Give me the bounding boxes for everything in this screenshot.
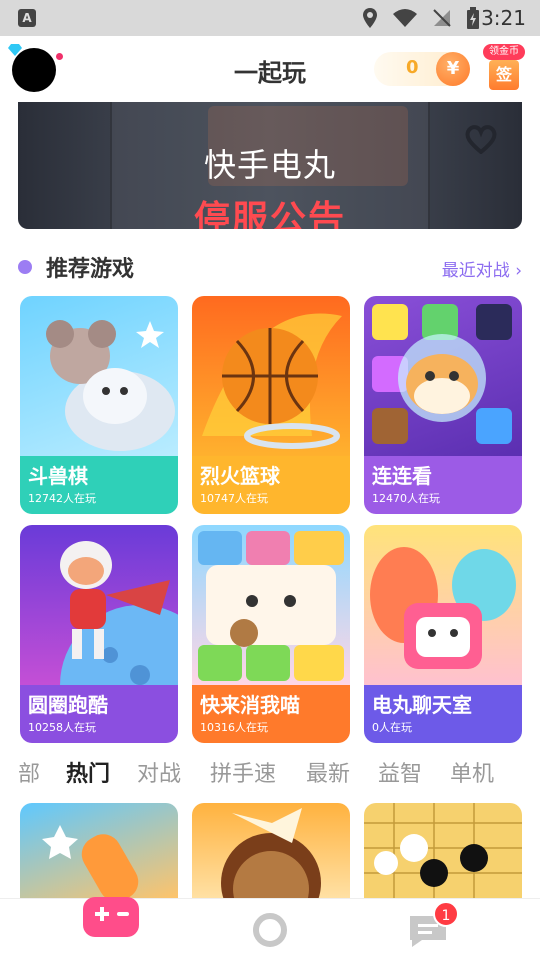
game-name: 电丸聊天室 bbox=[372, 693, 472, 717]
player-count: 12742人在玩 bbox=[28, 492, 96, 505]
bottom-navigation bbox=[0, 897, 540, 960]
nav-discover[interactable] bbox=[210, 899, 330, 960]
game-name: 连连看 bbox=[372, 464, 432, 488]
tab-all[interactable]: 部 bbox=[18, 756, 40, 788]
player-count: 12470人在玩 bbox=[372, 492, 440, 505]
game-card[interactable]: 圆圈跑酷 10258人在玩 bbox=[20, 525, 178, 743]
status-icons bbox=[362, 7, 480, 29]
game-name: 斗兽棋 bbox=[28, 464, 88, 488]
message-badge: 1 bbox=[433, 901, 459, 927]
player-count: 10747人在玩 bbox=[200, 492, 268, 505]
game-info: 电丸聊天室 0人在玩 bbox=[364, 685, 522, 743]
coin-count: 0 bbox=[406, 57, 419, 78]
game-card[interactable]: 连连看 12470人在玩 bbox=[364, 296, 522, 514]
game-card[interactable] bbox=[192, 803, 350, 899]
announcement-banner[interactable]: 快手电丸 停服公告 bbox=[18, 102, 522, 229]
game-card[interactable]: 斗兽棋 12742人在玩 bbox=[20, 296, 178, 514]
basketball-art bbox=[202, 313, 342, 449]
status-bar: A 3:21 bbox=[0, 0, 540, 36]
coin-icon: ¥ bbox=[436, 52, 470, 86]
recommended-section-header: 推荐游戏 最近对战 › bbox=[0, 246, 540, 288]
app-notification-icon: A bbox=[18, 9, 36, 27]
battery-icon bbox=[467, 7, 479, 29]
game-card[interactable] bbox=[20, 803, 178, 899]
signal-off-icon bbox=[433, 9, 451, 27]
category-tabs: 部 热门 对战 拼手速 最新 益智 单机 bbox=[0, 756, 540, 792]
tab-puzzle[interactable]: 益智 bbox=[378, 756, 422, 788]
game-art bbox=[221, 808, 321, 899]
game-art bbox=[192, 296, 350, 456]
banner-brand: 快手电丸 bbox=[203, 146, 336, 184]
player-count: 10258人在玩 bbox=[28, 721, 96, 734]
tab-newest[interactable]: 最新 bbox=[306, 756, 350, 788]
sign-icon: 签 bbox=[489, 60, 519, 90]
tab-battle[interactable]: 对战 bbox=[137, 756, 181, 788]
cat-match-art bbox=[198, 531, 344, 681]
game-art bbox=[364, 296, 522, 456]
section-dot bbox=[18, 260, 32, 274]
game-art bbox=[364, 525, 522, 685]
tab-hot[interactable]: 热门 bbox=[66, 756, 110, 788]
circle-icon bbox=[253, 913, 287, 947]
banner-notice: 停服公告 bbox=[193, 199, 346, 229]
wifi-icon bbox=[393, 9, 417, 27]
player-count: 0人在玩 bbox=[372, 721, 412, 734]
game-name: 圆圈跑酷 bbox=[28, 693, 108, 717]
game-art bbox=[192, 525, 350, 685]
coin-balance[interactable]: 0 ¥ bbox=[374, 52, 470, 86]
circle-run-art bbox=[60, 541, 178, 743]
section-title: 推荐游戏 bbox=[46, 257, 135, 282]
game-card[interactable]: 快来消我喵 10316人在玩 bbox=[192, 525, 350, 743]
game-art bbox=[20, 296, 178, 456]
daily-sign-button[interactable]: 领金币 签 bbox=[483, 44, 525, 94]
game-art bbox=[42, 825, 139, 899]
go-board-art bbox=[364, 803, 522, 899]
game-info: 烈火篮球 10747人在玩 bbox=[192, 456, 350, 514]
game-card[interactable]: 烈火篮球 10747人在玩 bbox=[192, 296, 350, 514]
game-name: 烈火篮球 bbox=[200, 464, 280, 488]
game-name: 快来消我喵 bbox=[200, 693, 300, 717]
game-info: 连连看 12470人在玩 bbox=[364, 456, 522, 514]
game-info: 圆圈跑酷 10258人在玩 bbox=[20, 685, 178, 743]
chat-room-art bbox=[370, 547, 516, 669]
player-count: 10316人在玩 bbox=[200, 721, 268, 734]
nav-messages[interactable] bbox=[368, 899, 488, 960]
link-match-art bbox=[372, 304, 512, 444]
game-card[interactable] bbox=[364, 803, 522, 899]
recent-battles-link[interactable]: 最近对战 › bbox=[442, 256, 522, 281]
location-icon bbox=[363, 8, 377, 28]
game-info: 斗兽棋 12742人在玩 bbox=[20, 456, 178, 514]
animal-chess-art bbox=[46, 320, 175, 451]
gamepad-icon bbox=[83, 897, 139, 937]
app-header: 一起玩 0 ¥ 领金币 签 bbox=[0, 36, 540, 102]
sign-tag: 领金币 bbox=[483, 44, 525, 60]
game-info: 快来消我喵 10316人在玩 bbox=[192, 685, 350, 743]
game-art bbox=[20, 525, 178, 743]
nav-games[interactable] bbox=[51, 897, 171, 960]
clock: 3:21 bbox=[481, 6, 526, 30]
tab-single[interactable]: 单机 bbox=[450, 756, 494, 788]
tab-speed[interactable]: 拼手速 bbox=[210, 756, 276, 788]
game-card[interactable]: 电丸聊天室 0人在玩 bbox=[364, 525, 522, 743]
